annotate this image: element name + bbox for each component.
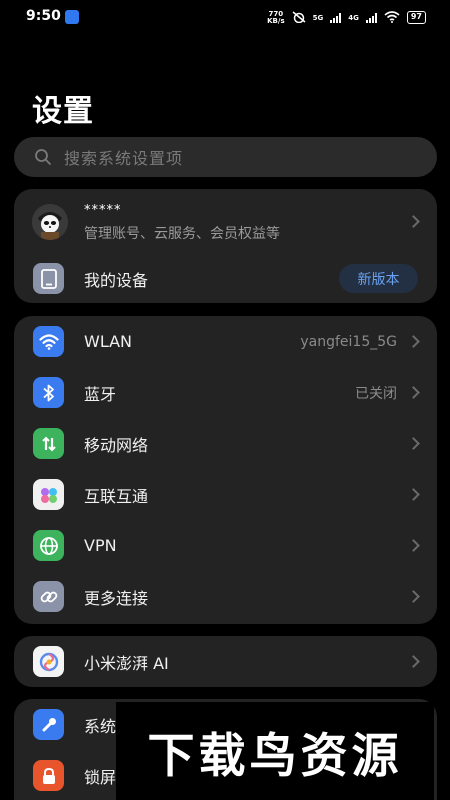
- status-time: 9:50: [26, 8, 61, 24]
- signal-sim2-icon: [365, 12, 377, 23]
- bluetooth-icon: [33, 377, 64, 408]
- chevron-right-icon: [407, 386, 420, 399]
- watermark-overlay: 下载鸟资源: [116, 702, 434, 800]
- search-input[interactable]: 搜索系统设置项: [14, 137, 437, 177]
- battery-indicator: 97: [406, 11, 426, 24]
- chevron-right-icon: [407, 437, 420, 450]
- vpn-label: VPN: [84, 536, 117, 555]
- wlan-row[interactable]: WLAN yangfei15_5G: [14, 316, 437, 367]
- signal-sim1-icon: [330, 12, 342, 23]
- sim2-type: 4G: [348, 13, 359, 22]
- alarm-icon: [292, 8, 306, 27]
- bluetooth-label: 蓝牙: [84, 384, 117, 404]
- avatar: [32, 204, 68, 240]
- ai-label: 小米澎湃 AI: [84, 653, 169, 673]
- lockscreen-label: 锁屏: [84, 767, 117, 787]
- ai-card: 小米澎湃 AI: [14, 636, 437, 687]
- sim1-type: 5G: [312, 13, 324, 22]
- lock-icon: [33, 760, 64, 791]
- wifi-status-icon: [384, 8, 400, 27]
- interconnect-label: 互联互通: [84, 486, 149, 506]
- ai-row[interactable]: 小米澎湃 AI: [14, 636, 437, 687]
- chevron-right-icon: [407, 215, 420, 228]
- bluetooth-row[interactable]: 蓝牙 已关闭: [14, 367, 437, 418]
- my-device-label: 我的设备: [84, 270, 149, 290]
- chevron-right-icon: [407, 488, 420, 501]
- device-icon: [33, 263, 64, 294]
- watermark-text: 下载鸟资源: [147, 728, 403, 784]
- account-row[interactable]: ***** 管理账号、云服务、会员权益等: [14, 189, 437, 255]
- bluetooth-value: 已关闭: [355, 385, 397, 402]
- link-icon: [33, 581, 64, 612]
- ai-swirl-icon: [33, 646, 64, 677]
- search-placeholder: 搜索系统设置项: [64, 149, 184, 168]
- network-speed: 770 KB/s: [267, 10, 285, 25]
- page-title: 设置: [32, 94, 94, 129]
- wlan-label: WLAN: [84, 332, 133, 351]
- mobile-network-icon: [33, 428, 64, 459]
- vpn-row[interactable]: VPN: [14, 520, 437, 571]
- account-card: ***** 管理账号、云服务、会员权益等 我的设备 新版本: [14, 189, 437, 303]
- status-icons: 770 KB/s 5G 4G 97: [267, 8, 426, 27]
- system-label: 系统: [84, 716, 117, 736]
- more-connections-label: 更多连接: [84, 588, 149, 608]
- mobile-network-row[interactable]: 移动网络: [14, 418, 437, 469]
- connections-card: WLAN yangfei15_5G 蓝牙 已关闭 移动网络 互联互通 VPN 更…: [14, 316, 437, 624]
- chevron-right-icon: [407, 539, 420, 552]
- account-subtitle: 管理账号、云服务、会员权益等: [84, 226, 280, 242]
- notification-app-icon: [65, 10, 79, 24]
- chevron-right-icon: [407, 655, 420, 668]
- more-connections-row[interactable]: 更多连接: [14, 571, 437, 622]
- wifi-icon: [33, 326, 64, 357]
- wlan-value: yangfei15_5G: [300, 333, 397, 350]
- interconnect-icon: [33, 479, 64, 510]
- status-bar: 9:50 770 KB/s 5G 4G 97: [0, 0, 450, 34]
- interconnect-row[interactable]: 互联互通: [14, 469, 437, 520]
- chevron-right-icon: [407, 590, 420, 603]
- mobile-network-label: 移动网络: [84, 435, 149, 455]
- account-name: *****: [84, 203, 122, 218]
- my-device-row[interactable]: 我的设备 新版本: [14, 253, 437, 304]
- search-icon: [34, 148, 52, 166]
- chevron-right-icon: [407, 335, 420, 348]
- vpn-globe-icon: [33, 530, 64, 561]
- wrench-icon: [33, 709, 64, 740]
- new-version-badge[interactable]: 新版本: [339, 264, 418, 293]
- network-speed-unit: KB/s: [267, 16, 285, 25]
